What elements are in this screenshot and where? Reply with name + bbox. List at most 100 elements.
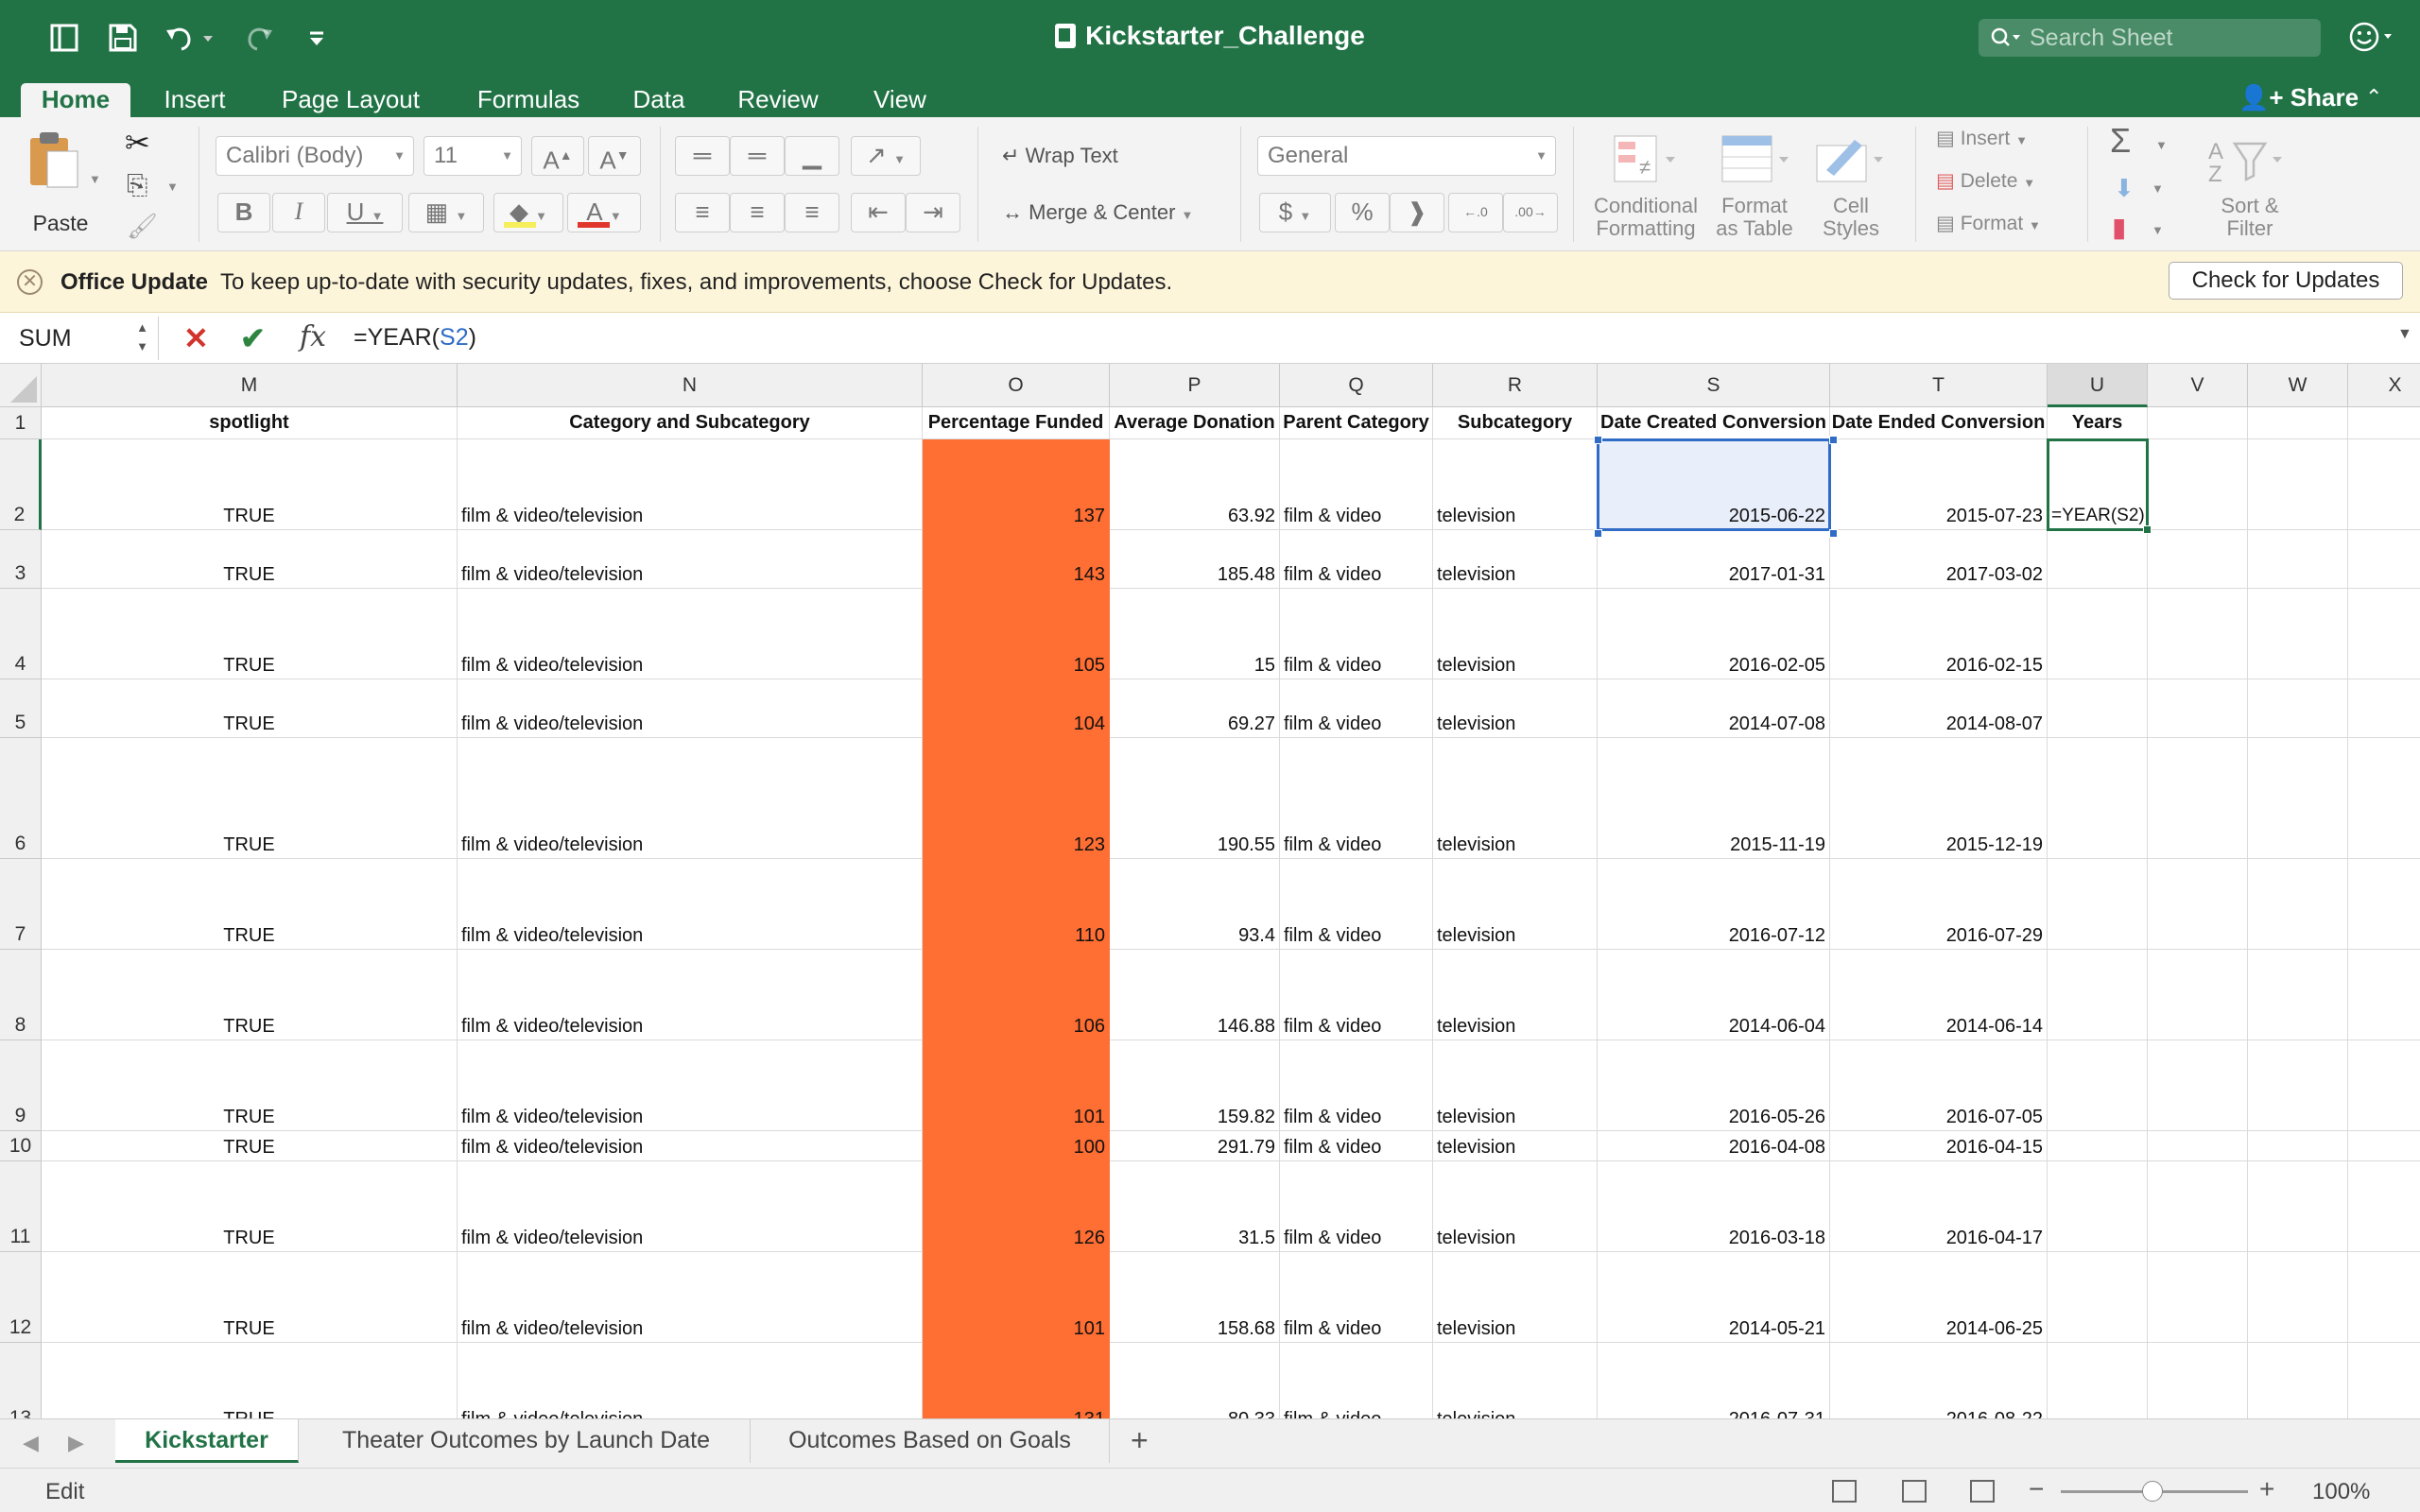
cell-m3[interactable]: TRUE [42, 530, 458, 589]
cell-m11[interactable]: TRUE [42, 1161, 458, 1252]
enter-formula-icon[interactable]: ✔ [240, 320, 266, 356]
cell-o4[interactable]: 105 [923, 589, 1110, 679]
cell-m13[interactable]: TRUE [42, 1343, 458, 1418]
cell-q8[interactable]: film & video [1280, 950, 1433, 1040]
cell-n3[interactable]: film & video/television [458, 530, 923, 589]
column-header-n[interactable]: N [458, 364, 923, 407]
cell-x8[interactable] [2348, 950, 2420, 1040]
cell-u10[interactable] [2048, 1131, 2148, 1161]
cell-n7[interactable]: film & video/television [458, 859, 923, 950]
cell-o5[interactable]: 104 [923, 679, 1110, 738]
cell-r12[interactable]: television [1433, 1252, 1598, 1343]
cell-x6[interactable] [2348, 738, 2420, 859]
row-header-7[interactable]: 7 [0, 859, 42, 950]
cell-p10[interactable]: 291.79 [1110, 1131, 1280, 1161]
cell-p11[interactable]: 31.5 [1110, 1161, 1280, 1252]
cell-u4[interactable] [2048, 589, 2148, 679]
font-name-select[interactable]: Calibri (Body) ▼ [216, 136, 414, 176]
cell-q11[interactable]: film & video [1280, 1161, 1433, 1252]
name-box-spinner-icon[interactable]: ▲ ▼ [136, 318, 148, 356]
fill-dropdown-icon[interactable]: ▼ [2152, 181, 2164, 196]
cell-v10[interactable] [2148, 1131, 2248, 1161]
cell-u8[interactable] [2048, 950, 2148, 1040]
cell-n6[interactable]: film & video/television [458, 738, 923, 859]
cell-x2[interactable] [2348, 439, 2420, 530]
header-cell-p[interactable]: Average Donation [1110, 407, 1280, 439]
cell-p9[interactable]: 159.82 [1110, 1040, 1280, 1131]
number-format-select[interactable]: General ▼ [1257, 136, 1556, 176]
cell-x9[interactable] [2348, 1040, 2420, 1131]
tab-page-layout[interactable]: Page Layout [270, 83, 431, 117]
cell-r11[interactable]: television [1433, 1161, 1598, 1252]
cell-m5[interactable]: TRUE [42, 679, 458, 738]
header-cell-x[interactable] [2348, 407, 2420, 439]
cell-p12[interactable]: 158.68 [1110, 1252, 1280, 1343]
tab-review[interactable]: Review [728, 83, 828, 117]
increase-font-size-button[interactable]: A▲ [531, 136, 584, 176]
row-header-11[interactable]: 11 [0, 1161, 42, 1252]
header-cell-v[interactable] [2148, 407, 2248, 439]
header-cell-n[interactable]: Category and Subcategory [458, 407, 923, 439]
cell-q2[interactable]: film & video [1280, 439, 1433, 530]
cell-t3[interactable]: 2017-03-02 [1830, 530, 2048, 589]
column-header-v[interactable]: V [2148, 364, 2248, 407]
cell-t12[interactable]: 2014-06-25 [1830, 1252, 2048, 1343]
sort-filter-button[interactable]: AZ Sort & Filter [2193, 132, 2307, 246]
sheet-tab-kickstarter[interactable]: Kickstarter [115, 1419, 299, 1463]
cell-t7[interactable]: 2016-07-29 [1830, 859, 2048, 950]
cell-p4[interactable]: 15 [1110, 589, 1280, 679]
tab-formulas[interactable]: Formulas [463, 83, 594, 117]
cell-m8[interactable]: TRUE [42, 950, 458, 1040]
formula-input[interactable]: =YEAR(S2) [354, 324, 476, 352]
cell-o9[interactable]: 101 [923, 1040, 1110, 1131]
align-bottom-button[interactable]: ▁ [785, 136, 839, 176]
cell-p2[interactable]: 63.92 [1110, 439, 1280, 530]
cell-t6[interactable]: 2015-12-19 [1830, 738, 2048, 859]
cell-n4[interactable]: film & video/television [458, 589, 923, 679]
page-layout-view-icon[interactable] [1902, 1480, 1927, 1503]
orientation-button[interactable]: ↗ ▼ [851, 136, 921, 176]
cell-n5[interactable]: film & video/television [458, 679, 923, 738]
column-header-r[interactable]: R [1433, 364, 1598, 407]
cell-s2[interactable]: 2015-06-22 [1598, 439, 1830, 530]
column-header-t[interactable]: T [1830, 364, 2048, 407]
cell-n11[interactable]: film & video/television [458, 1161, 923, 1252]
header-cell-q[interactable]: Parent Category [1280, 407, 1433, 439]
share-button[interactable]: 👤+ Share [2238, 81, 2359, 113]
row-header-1[interactable]: 1 [0, 407, 42, 439]
row-header-3[interactable]: 3 [0, 530, 42, 589]
row-header-12[interactable]: 12 [0, 1252, 42, 1343]
header-cell-s[interactable]: Date Created Conversion [1598, 407, 1830, 439]
paste-dropdown-icon[interactable]: ▼ [89, 172, 101, 186]
percent-style-button[interactable]: % [1335, 193, 1390, 232]
cell-w9[interactable] [2248, 1040, 2348, 1131]
row-header-2[interactable]: 2 [0, 439, 42, 530]
cell-q13[interactable]: film & video [1280, 1343, 1433, 1418]
dismiss-update-icon[interactable]: ✕ [17, 269, 43, 295]
column-header-m[interactable]: M [42, 364, 458, 407]
delete-cells-button[interactable]: ▤ Delete ▼ [1936, 169, 2035, 193]
decrease-indent-button[interactable]: ⇤ [851, 193, 906, 232]
decrease-decimal-button[interactable]: .00→ [1503, 193, 1558, 232]
row-header-8[interactable]: 8 [0, 950, 42, 1040]
cell-s9[interactable]: 2016-05-26 [1598, 1040, 1830, 1131]
next-sheet-icon[interactable]: ▶ [68, 1431, 84, 1455]
cell-w2[interactable] [2248, 439, 2348, 530]
column-header-p[interactable]: P [1110, 364, 1280, 407]
cell-q12[interactable]: film & video [1280, 1252, 1433, 1343]
header-cell-u[interactable]: Years [2048, 407, 2148, 439]
autosum-icon[interactable]: Σ [2110, 121, 2131, 161]
cell-n2[interactable]: film & video/television [458, 439, 923, 530]
cell-o7[interactable]: 110 [923, 859, 1110, 950]
name-box[interactable]: SUM ▲ ▼ [0, 317, 159, 360]
cell-m4[interactable]: TRUE [42, 589, 458, 679]
spreadsheet-grid[interactable]: MNOPQRSTUVWX 1 spotlight Category and Subc… [0, 364, 2420, 1418]
normal-view-icon[interactable] [1832, 1480, 1857, 1503]
cell-v12[interactable] [2148, 1252, 2248, 1343]
cell-r2[interactable]: television [1433, 439, 1598, 530]
cell-w5[interactable] [2248, 679, 2348, 738]
cell-v4[interactable] [2148, 589, 2248, 679]
cell-m9[interactable]: TRUE [42, 1040, 458, 1131]
cell-r4[interactable]: television [1433, 589, 1598, 679]
merge-center-button[interactable]: ↔ Merge & Center ▼ [1002, 200, 1193, 225]
